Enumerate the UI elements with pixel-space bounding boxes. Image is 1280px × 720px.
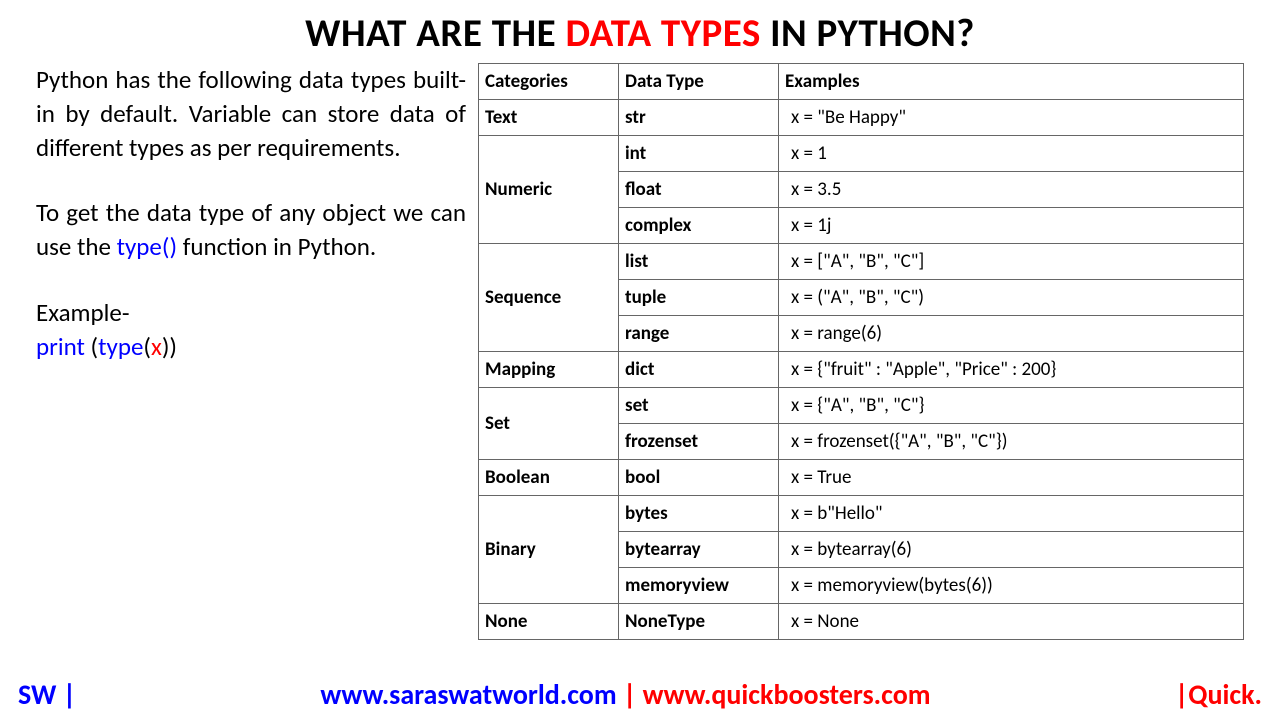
example-block: Example- print (type(x)) (36, 296, 466, 364)
footer-url-saraswat: www.saraswatworld.com (320, 677, 616, 712)
title-part1: WHAT ARE THE (305, 10, 565, 57)
intro-paragraph: Python has the following data types buil… (36, 63, 466, 164)
datatype-cell: range (619, 316, 779, 352)
col-examples: Examples (779, 64, 1244, 100)
datatype-cell: NoneType (619, 604, 779, 640)
table-row: Binarybytesx = b"Hello" (479, 496, 1244, 532)
example-cell: x = True (779, 460, 1244, 496)
datatype-cell: float (619, 172, 779, 208)
datatype-cell: dict (619, 352, 779, 388)
example-cell: x = memoryview(bytes(6)) (779, 568, 1244, 604)
category-cell: Set (479, 388, 619, 460)
category-cell: Numeric (479, 136, 619, 244)
datatype-cell: bytearray (619, 532, 779, 568)
col-datatype: Data Type (619, 64, 779, 100)
title-highlight: DATA TYPES (565, 10, 760, 57)
datatype-cell: str (619, 100, 779, 136)
table-row: Setsetx = {"A", "B", "C"} (479, 388, 1244, 424)
category-cell: None (479, 604, 619, 640)
title-part2: IN PYTHON? (761, 10, 975, 57)
col-categories: Categories (479, 64, 619, 100)
example-code: print (type(x)) (36, 330, 466, 364)
footer-urls: www.saraswatworld.com | www.quickbooster… (320, 677, 930, 712)
example-cell: x = b"Hello" (779, 496, 1244, 532)
datatype-cell: int (619, 136, 779, 172)
type-function-paragraph: To get the data type of any object we ca… (36, 196, 466, 264)
example-cell: x = ("A", "B", "C") (779, 280, 1244, 316)
datatype-cell: frozenset (619, 424, 779, 460)
datatype-cell: tuple (619, 280, 779, 316)
example-cell: x = 1j (779, 208, 1244, 244)
example-cell: x = frozenset({"A", "B", "C"}) (779, 424, 1244, 460)
category-cell: Text (479, 100, 619, 136)
table-header-row: Categories Data Type Examples (479, 64, 1244, 100)
category-cell: Sequence (479, 244, 619, 352)
datatype-cell: bytes (619, 496, 779, 532)
table-row: NoneNoneTypex = None (479, 604, 1244, 640)
footer-sw: SW | (18, 677, 76, 712)
example-cell: x = None (779, 604, 1244, 640)
datatype-cell: bool (619, 460, 779, 496)
footer-url-quickboosters: www.quickboosters.com (643, 677, 931, 712)
example-label: Example- (36, 296, 466, 330)
table-row: Mappingdictx = {"fruit" : "Apple", "Pric… (479, 352, 1244, 388)
footer: SW | www.saraswatworld.com | www.quickbo… (0, 677, 1280, 712)
table-row: Sequencelistx = ["A", "B", "C"] (479, 244, 1244, 280)
example-cell: x = {"A", "B", "C"} (779, 388, 1244, 424)
example-cell: x = {"fruit" : "Apple", "Price" : 200} (779, 352, 1244, 388)
table-row: Booleanboolx = True (479, 460, 1244, 496)
example-cell: x = 1 (779, 136, 1244, 172)
table-row: Textstrx = "Be Happy" (479, 100, 1244, 136)
category-cell: Binary (479, 496, 619, 604)
datatype-cell: memoryview (619, 568, 779, 604)
example-cell: x = ["A", "B", "C"] (779, 244, 1244, 280)
datatype-cell: list (619, 244, 779, 280)
datatype-cell: complex (619, 208, 779, 244)
data-types-table-container: Categories Data Type Examples Textstrx =… (478, 63, 1244, 640)
type-fn-highlight: type() (117, 231, 177, 262)
footer-quick: |Quick. (1175, 677, 1262, 712)
datatype-cell: set (619, 388, 779, 424)
table-row: Numericintx = 1 (479, 136, 1244, 172)
example-cell: x = range(6) (779, 316, 1244, 352)
category-cell: Mapping (479, 352, 619, 388)
description-panel: Python has the following data types buil… (36, 63, 466, 640)
example-cell: x = bytearray(6) (779, 532, 1244, 568)
example-cell: x = 3.5 (779, 172, 1244, 208)
page-title: WHAT ARE THE DATA TYPES IN PYTHON? (0, 0, 1280, 63)
data-types-table: Categories Data Type Examples Textstrx =… (478, 63, 1244, 640)
example-cell: x = "Be Happy" (779, 100, 1244, 136)
category-cell: Boolean (479, 460, 619, 496)
